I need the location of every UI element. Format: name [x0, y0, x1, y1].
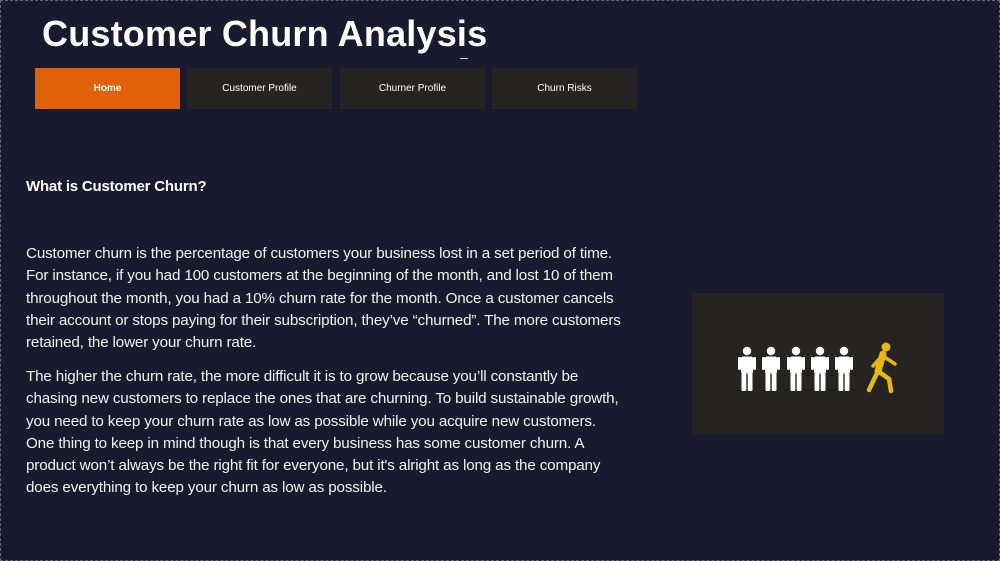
staying-person-icon [787, 346, 805, 391]
nav-churn-risks-button[interactable]: Churn Risks [492, 68, 637, 109]
section-heading: What is Customer Churn? [26, 178, 207, 195]
staying-person-icon [762, 346, 780, 391]
churn-illustration-card [692, 293, 944, 434]
people-churn-icon [738, 342, 897, 394]
leaving-person-icon [866, 342, 897, 394]
staying-person-icon [738, 346, 756, 391]
nav-customer-profile-button[interactable]: Customer Profile [187, 68, 332, 109]
nav-home-button[interactable]: Home [35, 68, 180, 109]
page-title: Customer Churn Analysis [42, 13, 488, 54]
title-underline-mark [460, 58, 468, 59]
nav-churner-profile-button[interactable]: Churner Profile [340, 68, 485, 109]
churn-impact-paragraph: The higher the churn rate, the more diff… [26, 368, 619, 497]
staying-customers-group [738, 346, 853, 391]
staying-person-icon [811, 346, 829, 391]
churn-definition-paragraph: Customer churn is the percentage of cust… [26, 245, 621, 352]
staying-person-icon [835, 346, 853, 391]
